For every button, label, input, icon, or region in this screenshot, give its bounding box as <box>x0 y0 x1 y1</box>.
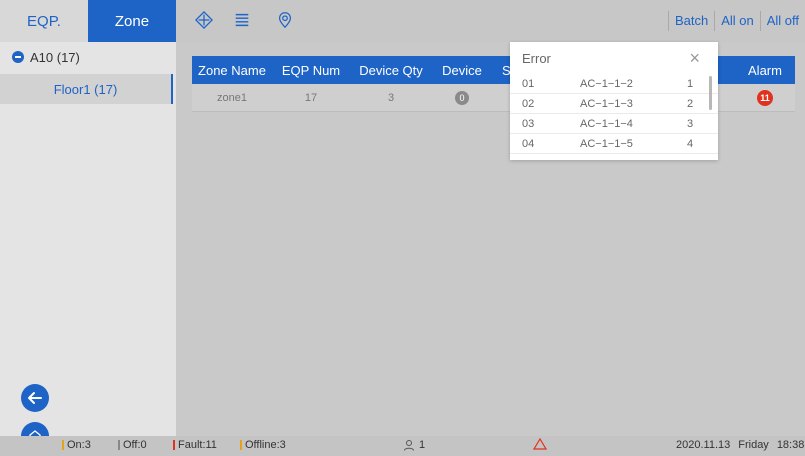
list-item[interactable]: 03 AC−1−1−4 3 <box>510 114 718 134</box>
user-icon <box>404 440 414 451</box>
cell-alarm: 11 <box>735 89 795 106</box>
error-device: AC−1−1−5 <box>580 137 633 150</box>
header-device: Device <box>442 62 482 78</box>
status-date: 2020.11.13 <box>676 439 731 451</box>
error-value: 4 <box>686 137 694 150</box>
cell-zone-name: zone1 <box>217 91 247 104</box>
batch-actions: Batch All on All off <box>667 0 805 42</box>
status-bar: On:3 Off:0 Fault:11 Offline:3 1 2020.11.… <box>0 436 805 456</box>
status-offline-text: Offline:3 <box>245 439 286 451</box>
batch-button[interactable]: Batch <box>667 11 714 31</box>
location-pin-icon[interactable] <box>275 10 295 30</box>
status-on: On:3 <box>62 439 91 451</box>
off-indicator <box>118 440 120 450</box>
warning-icon[interactable] <box>533 438 547 450</box>
close-icon[interactable]: × <box>689 49 700 67</box>
list-icon[interactable] <box>232 10 252 30</box>
all-off-button[interactable]: All off <box>759 11 805 31</box>
error-device: AC−1−1−4 <box>580 117 633 130</box>
mode-tabs: EQP. Zone <box>0 0 176 42</box>
all-on-button[interactable]: All on <box>714 11 760 31</box>
cell-device: 0 <box>432 90 492 105</box>
header-zone-name: Zone Name <box>198 62 266 78</box>
error-device: AC−1−1−3 <box>580 97 633 110</box>
header-alarm: Alarm <box>748 62 782 78</box>
tree-item-floor1[interactable]: Floor1 (17) <box>0 74 173 104</box>
fault-indicator <box>173 440 175 450</box>
back-button[interactable] <box>21 384 49 412</box>
tab-eqp[interactable]: EQP. <box>0 0 88 42</box>
status-datetime: 2020.11.13 Friday 18:38:50 <box>676 439 805 451</box>
error-index: 03 <box>522 117 535 130</box>
on-indicator <box>62 440 64 450</box>
tree-group-label: A10 (17) <box>30 49 80 65</box>
popup-scrollbar[interactable] <box>709 76 712 110</box>
error-device: AC−1−1−2 <box>580 77 633 90</box>
status-time: 18:38:50 <box>776 439 805 451</box>
device-count-badge[interactable]: 0 <box>455 90 469 105</box>
error-value: 2 <box>686 97 694 110</box>
popup-header: Error × <box>510 42 718 74</box>
header-eqp-num: EQP Num <box>281 62 341 78</box>
error-index: 04 <box>522 137 535 150</box>
offline-indicator <box>240 440 242 450</box>
list-item[interactable]: 01 AC−1−1−2 1 <box>510 74 718 94</box>
status-off: Off:0 <box>118 439 147 451</box>
list-item[interactable]: 04 AC−1−1−5 4 <box>510 134 718 154</box>
back-arrow-icon <box>28 392 42 404</box>
error-popup: Error × 01 AC−1−1−2 1 02 AC−1−1−3 2 03 A… <box>510 42 718 160</box>
error-index: 02 <box>522 97 535 110</box>
status-users: 1 <box>403 439 425 451</box>
top-toolbar: Batch All on All off <box>176 0 805 42</box>
diamond-grid-icon[interactable] <box>194 10 214 30</box>
status-fault: Fault:11 <box>173 439 217 451</box>
status-off-text: Off:0 <box>123 439 147 451</box>
header-device-qty: Device Qty <box>359 62 423 78</box>
cell-device-qty: 3 <box>387 91 395 104</box>
error-value: 1 <box>686 77 694 90</box>
alarm-count-badge[interactable]: 11 <box>757 89 773 106</box>
zone-tree-sidebar: A10 (17) Floor1 (17) <box>0 42 176 436</box>
tab-zone[interactable]: Zone <box>88 0 176 42</box>
tree-item-label: Floor1 (17) <box>53 81 118 97</box>
status-fault-text: Fault:11 <box>178 439 217 451</box>
collapse-icon[interactable] <box>12 51 24 63</box>
status-weekday: Friday <box>738 439 769 451</box>
status-users-count: 1 <box>419 439 426 451</box>
error-value: 3 <box>686 117 694 130</box>
tree-group-a10[interactable]: A10 (17) <box>0 42 176 72</box>
cell-eqp-num: 17 <box>304 91 318 104</box>
error-index: 01 <box>522 77 535 90</box>
status-offline: Offline:3 <box>240 439 286 451</box>
list-item[interactable]: 02 AC−1−1−3 2 <box>510 94 718 114</box>
status-on-text: On:3 <box>67 439 91 451</box>
popup-title: Error <box>522 50 551 66</box>
